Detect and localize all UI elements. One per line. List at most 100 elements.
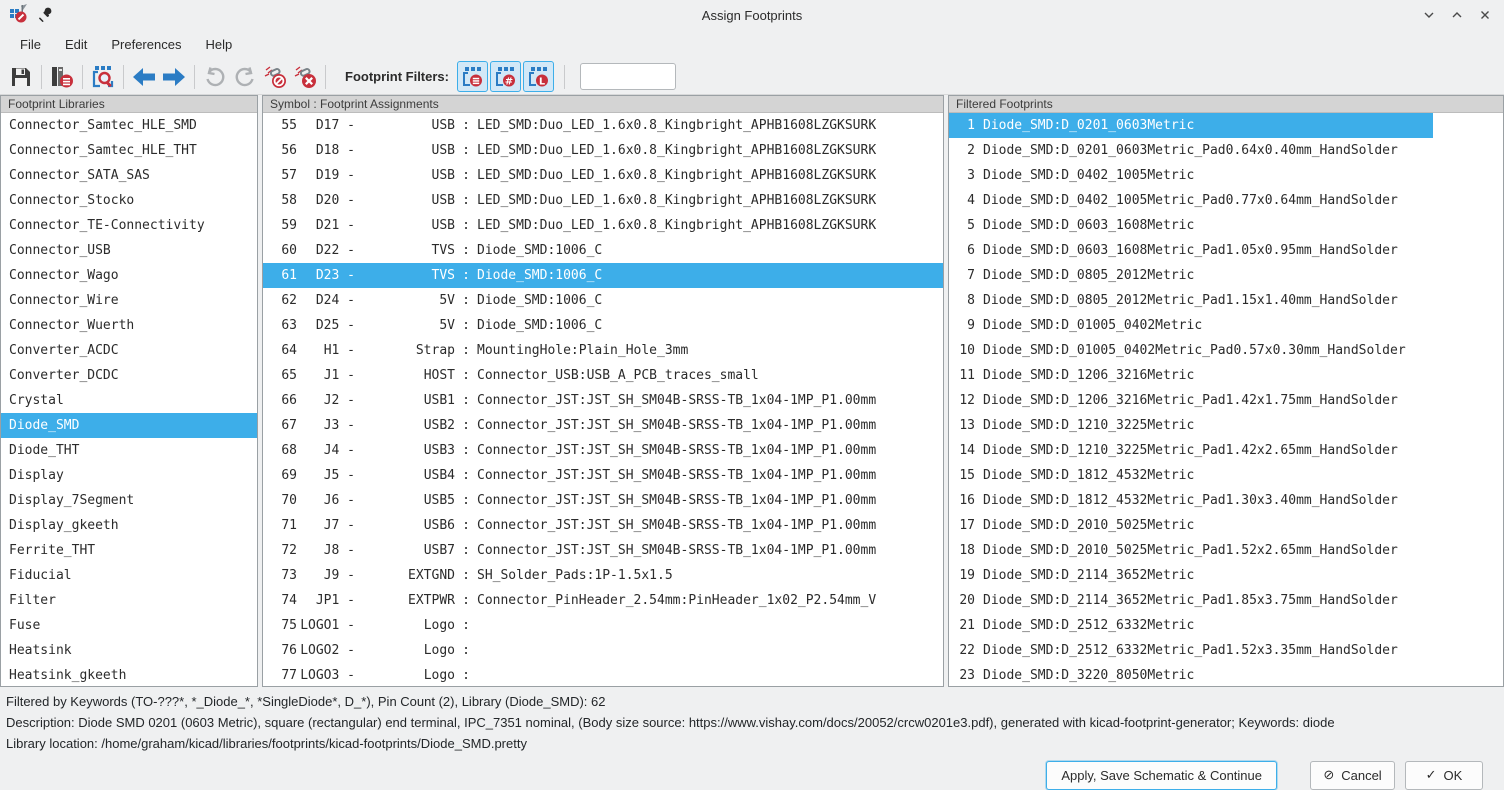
assignment-row[interactable]: 70 J6 - USB5 : Connector_JST:JST_SH_SM04… bbox=[263, 488, 943, 513]
assignment-row[interactable]: 65 J1 - HOST : Connector_USB:USB_A_PCB_t… bbox=[263, 363, 943, 388]
assignment-row[interactable]: 56 D18 - USB : LED_SMD:Duo_LED_1.6x0.8_K… bbox=[263, 138, 943, 163]
footprint-list-item[interactable]: 20Diode_SMD:D_2114_3652Metric_Pad1.85x3.… bbox=[949, 588, 1503, 613]
footprint-list-item[interactable]: 11Diode_SMD:D_1206_3216Metric bbox=[949, 363, 1503, 388]
cancel-icon: ⊘ bbox=[1323, 767, 1334, 783]
footprint-list-item[interactable]: 12Diode_SMD:D_1206_3216Metric_Pad1.42x1.… bbox=[949, 388, 1503, 413]
library-list-item[interactable]: Display_7Segment bbox=[1, 488, 257, 513]
library-list-item[interactable]: Crystal bbox=[1, 388, 257, 413]
assignment-row[interactable]: 55 D17 - USB : LED_SMD:Duo_LED_1.6x0.8_K… bbox=[263, 113, 943, 138]
assignment-row[interactable]: 71 J7 - USB6 : Connector_JST:JST_SH_SM04… bbox=[263, 513, 943, 538]
redo-button[interactable] bbox=[230, 62, 260, 92]
undo-icon bbox=[203, 65, 227, 89]
library-list-item[interactable]: Diode_SMD bbox=[1, 413, 257, 438]
assignment-row[interactable]: 69 J5 - USB4 : Connector_JST:JST_SH_SM04… bbox=[263, 463, 943, 488]
ok-check-icon: ✓ bbox=[1426, 767, 1437, 783]
library-list-item[interactable]: Connector_Wuerth bbox=[1, 313, 257, 338]
assignment-row[interactable]: 68 J4 - USB3 : Connector_JST:JST_SH_SM04… bbox=[263, 438, 943, 463]
delete-all-associations-button[interactable] bbox=[290, 62, 320, 92]
footprint-list-item[interactable]: 21Diode_SMD:D_2512_6332Metric bbox=[949, 613, 1503, 638]
footprint-filter-input[interactable] bbox=[580, 63, 676, 90]
footprint-list-item[interactable]: 16Diode_SMD:D_1812_4532Metric_Pad1.30x3.… bbox=[949, 488, 1503, 513]
footprint-list-item[interactable]: 2Diode_SMD:D_0201_0603Metric_Pad0.64x0.4… bbox=[949, 138, 1503, 163]
footprint-list-item[interactable]: 14Diode_SMD:D_1210_3225Metric_Pad1.42x2.… bbox=[949, 438, 1503, 463]
library-list-item[interactable]: Connector_TE-Connectivity bbox=[1, 213, 257, 238]
footprint-list-item[interactable]: 19Diode_SMD:D_2114_3652Metric bbox=[949, 563, 1503, 588]
menu-item[interactable]: Preferences bbox=[99, 33, 193, 56]
footprint-list-item[interactable]: 13Diode_SMD:D_1210_3225Metric bbox=[949, 413, 1503, 438]
menubar: FileEditPreferencesHelp bbox=[0, 30, 1504, 59]
library-list-item[interactable]: Diode_THT bbox=[1, 438, 257, 463]
library-list-item[interactable]: Connector_Wire bbox=[1, 288, 257, 313]
library-list-item[interactable]: Connector_Samtec_HLE_SMD bbox=[1, 113, 257, 138]
filter-pin-count-icon: # bbox=[495, 66, 517, 88]
menu-item[interactable]: Help bbox=[193, 33, 244, 56]
library-list-item[interactable]: Filter bbox=[1, 588, 257, 613]
assignment-row[interactable]: 72 J8 - USB7 : Connector_JST:JST_SH_SM04… bbox=[263, 538, 943, 563]
footprint-list-item[interactable]: 15Diode_SMD:D_1812_4532Metric bbox=[949, 463, 1503, 488]
assignment-row[interactable]: 59 D21 - USB : LED_SMD:Duo_LED_1.6x0.8_K… bbox=[263, 213, 943, 238]
library-list-item[interactable]: Heatsink bbox=[1, 638, 257, 663]
library-list-item[interactable]: Ferrite_THT bbox=[1, 538, 257, 563]
delete-association-button[interactable] bbox=[260, 62, 290, 92]
next-unassigned-button[interactable] bbox=[159, 62, 189, 92]
assignment-row[interactable]: 66 J2 - USB1 : Connector_JST:JST_SH_SM04… bbox=[263, 388, 943, 413]
footprint-list-item[interactable]: 9Diode_SMD:D_01005_0402Metric bbox=[949, 313, 1503, 338]
library-list-item[interactable]: Display_gkeeth bbox=[1, 513, 257, 538]
close-button[interactable] bbox=[1478, 8, 1492, 22]
assignment-row[interactable]: 73 J9 - EXTGND : SH_Solder_Pads:1P-1.5x1… bbox=[263, 563, 943, 588]
assignment-row[interactable]: 63 D25 - 5V : Diode_SMD:1006_C bbox=[263, 313, 943, 338]
footprint-list-item[interactable]: 17Diode_SMD:D_2010_5025Metric bbox=[949, 513, 1503, 538]
undo-button[interactable] bbox=[200, 62, 230, 92]
footprint-list-item[interactable]: 8Diode_SMD:D_0805_2012Metric_Pad1.15x1.4… bbox=[949, 288, 1503, 313]
library-list-item[interactable]: Connector_Stocko bbox=[1, 188, 257, 213]
filter-library-icon: L bbox=[528, 66, 550, 88]
library-list-item[interactable]: Converter_DCDC bbox=[1, 363, 257, 388]
menu-item[interactable]: Edit bbox=[53, 33, 99, 56]
cancel-button[interactable]: ⊘ Cancel bbox=[1310, 761, 1395, 790]
assignment-row[interactable]: 77 LOGO3 - Logo : bbox=[263, 663, 943, 686]
assignment-row[interactable]: 74 JP1 - EXTPWR : Connector_PinHeader_2.… bbox=[263, 588, 943, 613]
footprint-list-item[interactable]: 10Diode_SMD:D_01005_0402Metric_Pad0.57x0… bbox=[949, 338, 1503, 363]
assignment-row[interactable]: 62 D24 - 5V : Diode_SMD:1006_C bbox=[263, 288, 943, 313]
footprint-list-item[interactable]: 6Diode_SMD:D_0603_1608Metric_Pad1.05x0.9… bbox=[949, 238, 1503, 263]
library-list-item[interactable]: Display bbox=[1, 463, 257, 488]
library-list-item[interactable]: Connector_SATA_SAS bbox=[1, 163, 257, 188]
assignment-row[interactable]: 58 D20 - USB : LED_SMD:Duo_LED_1.6x0.8_K… bbox=[263, 188, 943, 213]
footprint-table-button[interactable] bbox=[47, 62, 77, 92]
footprint-list-item[interactable]: 7Diode_SMD:D_0805_2012Metric bbox=[949, 263, 1503, 288]
footprint-list-item[interactable]: 5Diode_SMD:D_0603_1608Metric bbox=[949, 213, 1503, 238]
assignment-row[interactable]: 64 H1 - Strap : MountingHole:Plain_Hole_… bbox=[263, 338, 943, 363]
assignment-row[interactable]: 61 D23 - TVS : Diode_SMD:1006_C bbox=[263, 263, 943, 288]
filter-by-library-toggle[interactable]: L bbox=[523, 61, 554, 92]
save-button[interactable] bbox=[6, 62, 36, 92]
footprint-list-item[interactable]: 4Diode_SMD:D_0402_1005Metric_Pad0.77x0.6… bbox=[949, 188, 1503, 213]
assignment-row[interactable]: 76 LOGO2 - Logo : bbox=[263, 638, 943, 663]
library-list-item[interactable]: Connector_Samtec_HLE_THT bbox=[1, 138, 257, 163]
assignment-row[interactable]: 57 D19 - USB : LED_SMD:Duo_LED_1.6x0.8_K… bbox=[263, 163, 943, 188]
library-list-item[interactable]: Connector_USB bbox=[1, 238, 257, 263]
footprint-list-item[interactable]: 3Diode_SMD:D_0402_1005Metric bbox=[949, 163, 1503, 188]
library-list-item[interactable]: Heatsink_gkeeth bbox=[1, 663, 257, 686]
library-list-item[interactable]: Fiducial bbox=[1, 563, 257, 588]
filtered-footprints-panel: Filtered Footprints 1Diode_SMD:D_0201_06… bbox=[948, 95, 1504, 687]
apply-save-continue-button[interactable]: Apply, Save Schematic & Continue bbox=[1046, 761, 1277, 790]
maximize-button[interactable] bbox=[1450, 8, 1464, 22]
footprint-list-item[interactable]: 18Diode_SMD:D_2010_5025Metric_Pad1.52x2.… bbox=[949, 538, 1503, 563]
footprint-list-item[interactable]: 22Diode_SMD:D_2512_6332Metric_Pad1.52x3.… bbox=[949, 638, 1503, 663]
prev-unassigned-button[interactable] bbox=[129, 62, 159, 92]
assignment-row[interactable]: 75 LOGO1 - Logo : bbox=[263, 613, 943, 638]
library-list-item[interactable]: Converter_ACDC bbox=[1, 338, 257, 363]
library-list-item[interactable]: Fuse bbox=[1, 613, 257, 638]
assignment-row[interactable]: 67 J3 - USB2 : Connector_JST:JST_SH_SM04… bbox=[263, 413, 943, 438]
assignment-row[interactable]: 60 D22 - TVS : Diode_SMD:1006_C bbox=[263, 238, 943, 263]
library-list-item[interactable]: Connector_Wago bbox=[1, 263, 257, 288]
ok-button[interactable]: ✓ OK bbox=[1405, 761, 1483, 790]
footprint-list-item[interactable]: 23Diode_SMD:D_3220_8050Metric bbox=[949, 663, 1503, 686]
footprint-list-item[interactable]: 1Diode_SMD:D_0201_0603Metric bbox=[949, 113, 1503, 138]
view-footprint-button[interactable] bbox=[88, 62, 118, 92]
menu-item[interactable]: File bbox=[8, 33, 53, 56]
filter-by-keyword-toggle[interactable] bbox=[457, 61, 488, 92]
view-footprint-icon bbox=[91, 65, 115, 89]
minimize-button[interactable] bbox=[1422, 8, 1436, 22]
filter-by-pin-count-toggle[interactable]: # bbox=[490, 61, 521, 92]
